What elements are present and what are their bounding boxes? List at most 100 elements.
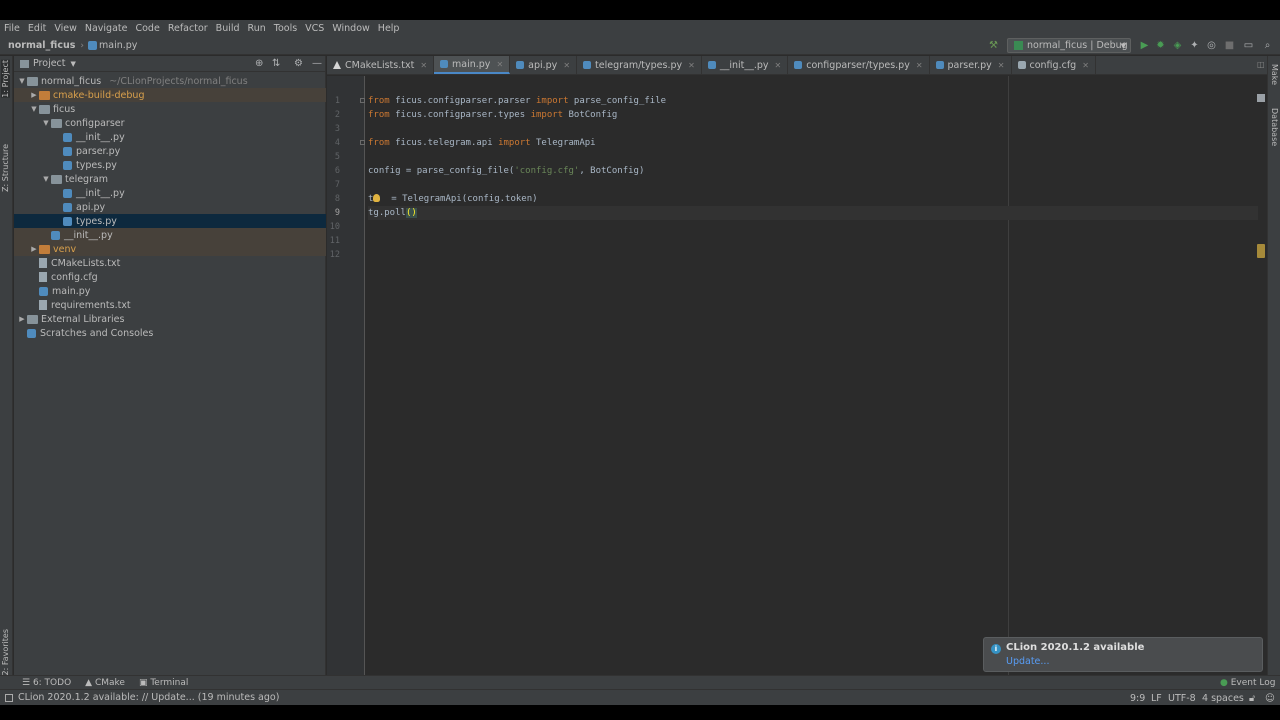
make-tool-tab[interactable]: Make — [1270, 64, 1279, 85]
tree-item[interactable]: CMakeLists.txt — [14, 256, 326, 270]
chevron-right-icon[interactable]: ▶ — [29, 245, 39, 253]
menu-window[interactable]: Window — [332, 23, 369, 34]
tree-item[interactable]: __init__.py — [14, 186, 326, 200]
chevron-right-icon[interactable]: ▶ — [29, 91, 39, 99]
locate-file-icon[interactable]: ⊕ — [255, 58, 263, 69]
breadcrumb-project[interactable]: normal_ficus — [0, 40, 75, 51]
structure-tool-tab[interactable]: Z: Structure — [1, 144, 10, 192]
close-icon[interactable]: ✕ — [775, 61, 782, 70]
code-line[interactable]: t = TelegramApi(config.token) — [368, 192, 538, 206]
status-message[interactable]: CLion 2020.1.2 available: // Update... (… — [18, 692, 279, 703]
gear-icon[interactable]: ⚙ — [294, 58, 303, 69]
build-hammer-icon[interactable]: ⚒ — [988, 40, 999, 51]
hide-panel-icon[interactable]: — — [312, 58, 322, 69]
tree-item[interactable]: requirements.txt — [14, 298, 326, 312]
menu-tools[interactable]: Tools — [274, 23, 297, 34]
editor-tab[interactable]: configparser/types.py ✕ — [788, 56, 930, 74]
lock-icon[interactable]: 🔓︎ — [1249, 693, 1255, 704]
editor-tab[interactable]: config.cfg ✕ — [1012, 56, 1096, 74]
chevron-down-icon[interactable]: ▼ — [29, 105, 39, 113]
inspector-icon[interactable]: ☺︎ — [1265, 693, 1275, 704]
tree-item[interactable]: ▼ telegram — [14, 172, 326, 186]
tree-item[interactable]: main.py — [14, 284, 326, 298]
close-icon[interactable]: ✕ — [420, 61, 427, 70]
fold-marker-icon[interactable] — [360, 98, 365, 103]
menu-view[interactable]: View — [54, 23, 77, 34]
editor-tab[interactable]: parser.py ✕ — [930, 56, 1012, 74]
database-tool-tab[interactable]: Database — [1270, 108, 1279, 146]
terminal-tool-tab[interactable]: ▣ Terminal — [139, 678, 188, 688]
menu-help[interactable]: Help — [378, 23, 400, 34]
menu-refactor[interactable]: Refactor — [168, 23, 208, 34]
tree-item[interactable]: ▶ External Libraries — [14, 312, 326, 326]
todo-tool-tab[interactable]: ☰ 6: TODO — [22, 678, 71, 688]
search-everywhere-icon[interactable]: ⌕ — [1262, 40, 1273, 51]
code-line[interactable]: from ficus.configparser.types import Bot… — [368, 108, 617, 122]
file-encoding[interactable]: UTF-8 — [1168, 693, 1196, 704]
tree-item[interactable]: ▶ venv — [14, 242, 326, 256]
menu-navigate[interactable]: Navigate — [85, 23, 128, 34]
run-icon[interactable]: ▶ — [1139, 40, 1150, 51]
cmake-tool-tab[interactable]: ▲ CMake — [85, 678, 125, 688]
tree-item[interactable]: ▼ ficus — [14, 102, 326, 116]
project-tool-tab[interactable]: 1: Project — [1, 60, 10, 98]
tree-item[interactable]: ▶ cmake-build-debug — [14, 88, 326, 102]
close-icon[interactable]: ✕ — [563, 61, 570, 70]
inspection-status-icon[interactable] — [1257, 94, 1265, 102]
tree-item[interactable]: __init__.py — [14, 130, 326, 144]
code-line[interactable]: from ficus.configparser.parser import pa… — [368, 94, 666, 108]
code-line[interactable]: from ficus.telegram.api import TelegramA… — [368, 136, 596, 150]
chevron-down-icon[interactable]: ▼ — [17, 77, 27, 85]
tab-overflow-icon[interactable]: ◫ — [1257, 60, 1265, 69]
run-coverage-icon[interactable]: ◈ — [1172, 40, 1183, 51]
tool-window-toggle-icon[interactable] — [5, 693, 13, 702]
editor-tab[interactable]: api.py ✕ — [510, 56, 578, 74]
editor-tab[interactable]: main.py ✕ — [434, 56, 511, 74]
code-line[interactable]: config = parse_config_file('config.cfg',… — [368, 164, 644, 178]
event-log-tab[interactable]: ● Event Log — [1220, 678, 1275, 688]
code-editor[interactable]: from ficus.configparser.parser import pa… — [366, 76, 1266, 679]
scrollbar-warning-marker[interactable] — [1257, 244, 1265, 258]
close-icon[interactable]: ✕ — [998, 61, 1005, 70]
tree-item[interactable]: ▼ configparser — [14, 116, 326, 130]
tree-item[interactable]: Scratches and Consoles — [14, 326, 326, 340]
project-panel-title[interactable]: Project — [33, 58, 66, 69]
chevron-down-icon[interactable]: ▼ — [71, 60, 76, 68]
collapse-all-icon[interactable]: ⇅ — [272, 58, 280, 69]
profile-icon[interactable]: ✦ — [1189, 40, 1200, 51]
tree-item[interactable]: parser.py — [14, 144, 326, 158]
menu-run[interactable]: Run — [248, 23, 266, 34]
line-separator[interactable]: LF — [1151, 693, 1162, 704]
menu-code[interactable]: Code — [135, 23, 159, 34]
chevron-down-icon[interactable]: ▼ — [41, 119, 51, 127]
editor-tab[interactable]: __init__.py ✕ — [702, 56, 789, 74]
tree-item[interactable]: api.py — [14, 200, 326, 214]
fold-marker-icon[interactable] — [360, 140, 365, 145]
menu-vcs[interactable]: VCS — [305, 23, 324, 34]
breadcrumb-file[interactable]: main.py — [99, 40, 137, 51]
debug-icon[interactable]: ✹ — [1155, 40, 1166, 51]
chevron-right-icon[interactable]: ▶ — [17, 315, 27, 323]
close-icon[interactable]: ✕ — [496, 60, 503, 69]
run-configuration-selector[interactable]: normal_ficus | Debug ▼ — [1007, 38, 1131, 53]
close-icon[interactable]: ✕ — [1082, 61, 1089, 70]
menu-build[interactable]: Build — [216, 23, 240, 34]
editor-tab[interactable]: telegram/types.py ✕ — [577, 56, 702, 74]
tree-item[interactable]: types.py — [14, 158, 326, 172]
menu-edit[interactable]: Edit — [28, 23, 46, 34]
menu-file[interactable]: File — [4, 23, 20, 34]
update-link[interactable]: Update... — [1006, 656, 1049, 667]
close-icon[interactable]: ✕ — [916, 61, 923, 70]
caret-position[interactable]: 9:9 — [1130, 693, 1145, 704]
layout-icon[interactable]: ▭ — [1243, 40, 1254, 51]
tree-item[interactable]: __init__.py — [14, 228, 326, 242]
attach-icon[interactable]: ◎ — [1206, 40, 1217, 51]
indent-setting[interactable]: 4 spaces — [1202, 693, 1244, 704]
tree-item[interactable]: types.py — [14, 214, 326, 228]
favorites-tool-tab[interactable]: 2: Favorites — [1, 629, 10, 675]
close-icon[interactable]: ✕ — [688, 61, 695, 70]
stop-icon[interactable]: ■ — [1224, 40, 1235, 51]
editor-tab[interactable]: CMakeLists.txt ✕ — [327, 56, 435, 74]
code-line[interactable]: tg.poll() — [368, 206, 1258, 220]
tree-item[interactable]: config.cfg — [14, 270, 326, 284]
